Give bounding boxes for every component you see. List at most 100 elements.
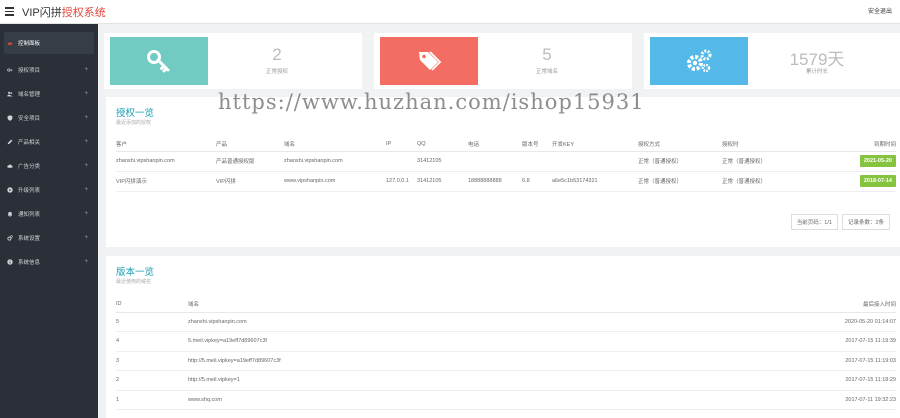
table-row[interactable]: 5 zhanshi.vipshanpin.com 2020-05-20 01:1… xyxy=(116,312,896,332)
table-row[interactable]: 2 http://5.meil.vipkey=1 2017-07-15 11:1… xyxy=(116,370,896,391)
stat-card-licenses[interactable]: 2 正常授权 xyxy=(104,33,362,89)
cell-version xyxy=(522,151,552,172)
sidebar-item-label: 产品相关 xyxy=(18,140,41,146)
panel-subtitle: 最近添加的授权 xyxy=(116,120,152,126)
pencil-icon xyxy=(7,139,13,145)
expand-icon[interactable]: + xyxy=(84,211,88,217)
cell-auth-status: 正常（普通授权） xyxy=(722,151,818,172)
stat-icon-box xyxy=(650,37,748,85)
cell-last-access: 2020-05-20 01:14:07 xyxy=(708,312,896,332)
expand-icon[interactable]: + xyxy=(84,139,88,145)
cell-version: 6.8 xyxy=(522,171,552,192)
table-row[interactable]: VIP闪拼演示 VIP闪拼 www.vipshanpin.com 127.0.0… xyxy=(116,171,896,192)
pagination: 当前页码：1/1 记录条数：2条 xyxy=(790,214,890,230)
stat-icon-box xyxy=(110,37,208,85)
sidebar-item-label: 广告分类 xyxy=(18,164,41,170)
expand-icon[interactable]: + xyxy=(84,259,88,265)
table-row[interactable]: 1 www.shq.com 2017-07-11 19:32:23 xyxy=(116,390,896,410)
cell-phone: 18888888888 xyxy=(468,171,522,192)
page-indicator[interactable]: 当前页码：1/1 xyxy=(790,214,838,230)
sidebar-item-license[interactable]: 授权项目 + xyxy=(0,58,98,82)
table-header-row: 客户 产品 域名 IP QQ 电话 版本号 开发KEY 授权方式 授权时 到期时… xyxy=(116,137,896,152)
table-row[interactable]: 3 http://5.meil.vipkey=a19eff7d89607c3f … xyxy=(116,351,896,371)
column-header: 域名 xyxy=(188,296,708,313)
sidebar-item-ads[interactable]: 广告分类 + xyxy=(0,154,98,178)
column-header: 开发KEY xyxy=(552,137,638,152)
sidebar: 控制面板 授权项目 + 域名管理 + 安全项目 + 产品相关 + 广告分类 + … xyxy=(0,24,98,418)
sidebar-item-notices[interactable]: 通知列表 + xyxy=(0,202,98,226)
cell-last-access: 2017-07-15 11:19:39 xyxy=(708,331,896,352)
cell-domain: http://5.meil.vipkey=a19eff7d89607c3f xyxy=(188,351,708,371)
sidebar-item-label: 升级列表 xyxy=(18,188,41,194)
column-header: 到期时间 xyxy=(818,137,896,152)
top-bar: VIP闪拼授权系统 安全退出 xyxy=(0,0,900,24)
sidebar-item-settings[interactable]: 系统设置 + xyxy=(0,226,98,250)
gears-icon xyxy=(687,49,712,73)
cell-id: 4 xyxy=(116,331,188,352)
panel-title: 授权一览 xyxy=(116,108,155,119)
expand-icon[interactable]: + xyxy=(84,115,88,121)
cell-dev-key xyxy=(552,151,638,172)
expand-icon[interactable]: + xyxy=(84,163,88,169)
expand-icon[interactable]: + xyxy=(84,91,88,97)
sidebar-item-products[interactable]: 产品相关 + xyxy=(0,130,98,154)
cell-id: 2 xyxy=(116,370,188,391)
info-icon xyxy=(7,259,13,265)
cell-last-access: 2017-07-15 11:18:29 xyxy=(708,370,896,391)
expiry-badge: 2021-05-20 xyxy=(859,155,896,167)
sidebar-item-domains[interactable]: 域名管理 + xyxy=(0,82,98,106)
cell-domain: http://5.meil.vipkey=1 xyxy=(188,370,708,391)
stat-card-domains[interactable]: 5 正常域名 xyxy=(374,33,632,89)
expand-icon[interactable]: + xyxy=(84,187,88,193)
expiry-badge: 2018-07-14 xyxy=(859,175,896,187)
column-header: 最后接入时间 xyxy=(708,296,896,313)
dashboard-icon xyxy=(7,40,13,46)
tags-icon xyxy=(419,51,442,71)
cell-ip: 127.0.0.1 xyxy=(386,171,417,192)
table-row[interactable]: 4 5.meil.vipkey=a19eff7d89607c3f 2017-07… xyxy=(116,331,896,352)
sidebar-item-label: 域名管理 xyxy=(18,92,41,98)
panel-title: 版本一览 xyxy=(116,267,155,278)
logout-link[interactable]: 安全退出 xyxy=(868,6,892,15)
cell-expiry: 2021-05-20 xyxy=(818,151,896,172)
cell-domain: zhanshi.vipshanpin.com xyxy=(188,312,708,332)
sidebar-item-label: 系统信息 xyxy=(18,260,41,266)
logo-main: VIP闪拼 xyxy=(22,6,62,19)
sidebar-item-label: 通知列表 xyxy=(18,212,41,218)
column-header: 版本号 xyxy=(522,137,552,152)
expand-icon[interactable]: + xyxy=(84,235,88,241)
record-count[interactable]: 记录条数：2条 xyxy=(841,214,890,230)
cell-qq: 31412105 xyxy=(417,151,468,172)
users-icon xyxy=(7,91,13,97)
column-header: 客户 xyxy=(116,137,216,152)
cell-domain: zhanshi.vipshanpin.com xyxy=(284,151,386,172)
sidebar-item-upgrades[interactable]: 升级列表 + xyxy=(0,178,98,202)
cell-last-access: 2017-07-15 11:19:03 xyxy=(708,351,896,371)
sidebar-item-label: 安全项目 xyxy=(18,116,41,122)
sidebar-item-label: 系统设置 xyxy=(18,236,41,242)
cell-id: 3 xyxy=(116,351,188,371)
stat-label: 累计时长 xyxy=(805,69,828,75)
expand-icon[interactable]: + xyxy=(84,67,88,73)
stat-label: 正常域名 xyxy=(535,69,558,75)
menu-toggle-icon[interactable] xyxy=(5,5,19,19)
cell-phone xyxy=(468,151,522,172)
stat-card-duration[interactable]: 1579天 累计时长 xyxy=(644,33,900,89)
sidebar-item-dashboard[interactable]: 控制面板 xyxy=(4,32,94,54)
version-table: ID 域名 最后接入时间 5 zhanshi.vipshanpin.com 20… xyxy=(116,296,896,410)
cell-dev-key: a6e5c1b53174321 xyxy=(552,171,638,192)
license-panel: 授权一览 最近添加的授权 客户 产品 域名 IP QQ 电话 版本号 开发KEY… xyxy=(106,97,900,247)
column-header: 电话 xyxy=(468,137,522,152)
stat-label: 正常授权 xyxy=(265,69,288,75)
cell-domain: www.vipshanpin.com xyxy=(284,171,386,192)
cell-domain: 5.meil.vipkey=a19eff7d89607c3f xyxy=(188,331,708,352)
cell-product: 产品普通授权版 xyxy=(216,151,284,172)
table-row[interactable]: zhanshi.vipshanpin.com 产品普通授权版 zhanshi.v… xyxy=(116,151,896,172)
play-icon xyxy=(7,187,13,193)
column-header: QQ xyxy=(417,137,468,152)
sidebar-item-info[interactable]: 系统信息 + xyxy=(0,250,98,274)
panel-subtitle: 最近使用的域名 xyxy=(116,279,152,285)
license-table: 客户 产品 域名 IP QQ 电话 版本号 开发KEY 授权方式 授权时 到期时… xyxy=(116,137,896,192)
app-logo[interactable]: VIP闪拼授权系统 xyxy=(22,4,106,20)
sidebar-item-security[interactable]: 安全项目 + xyxy=(0,106,98,130)
